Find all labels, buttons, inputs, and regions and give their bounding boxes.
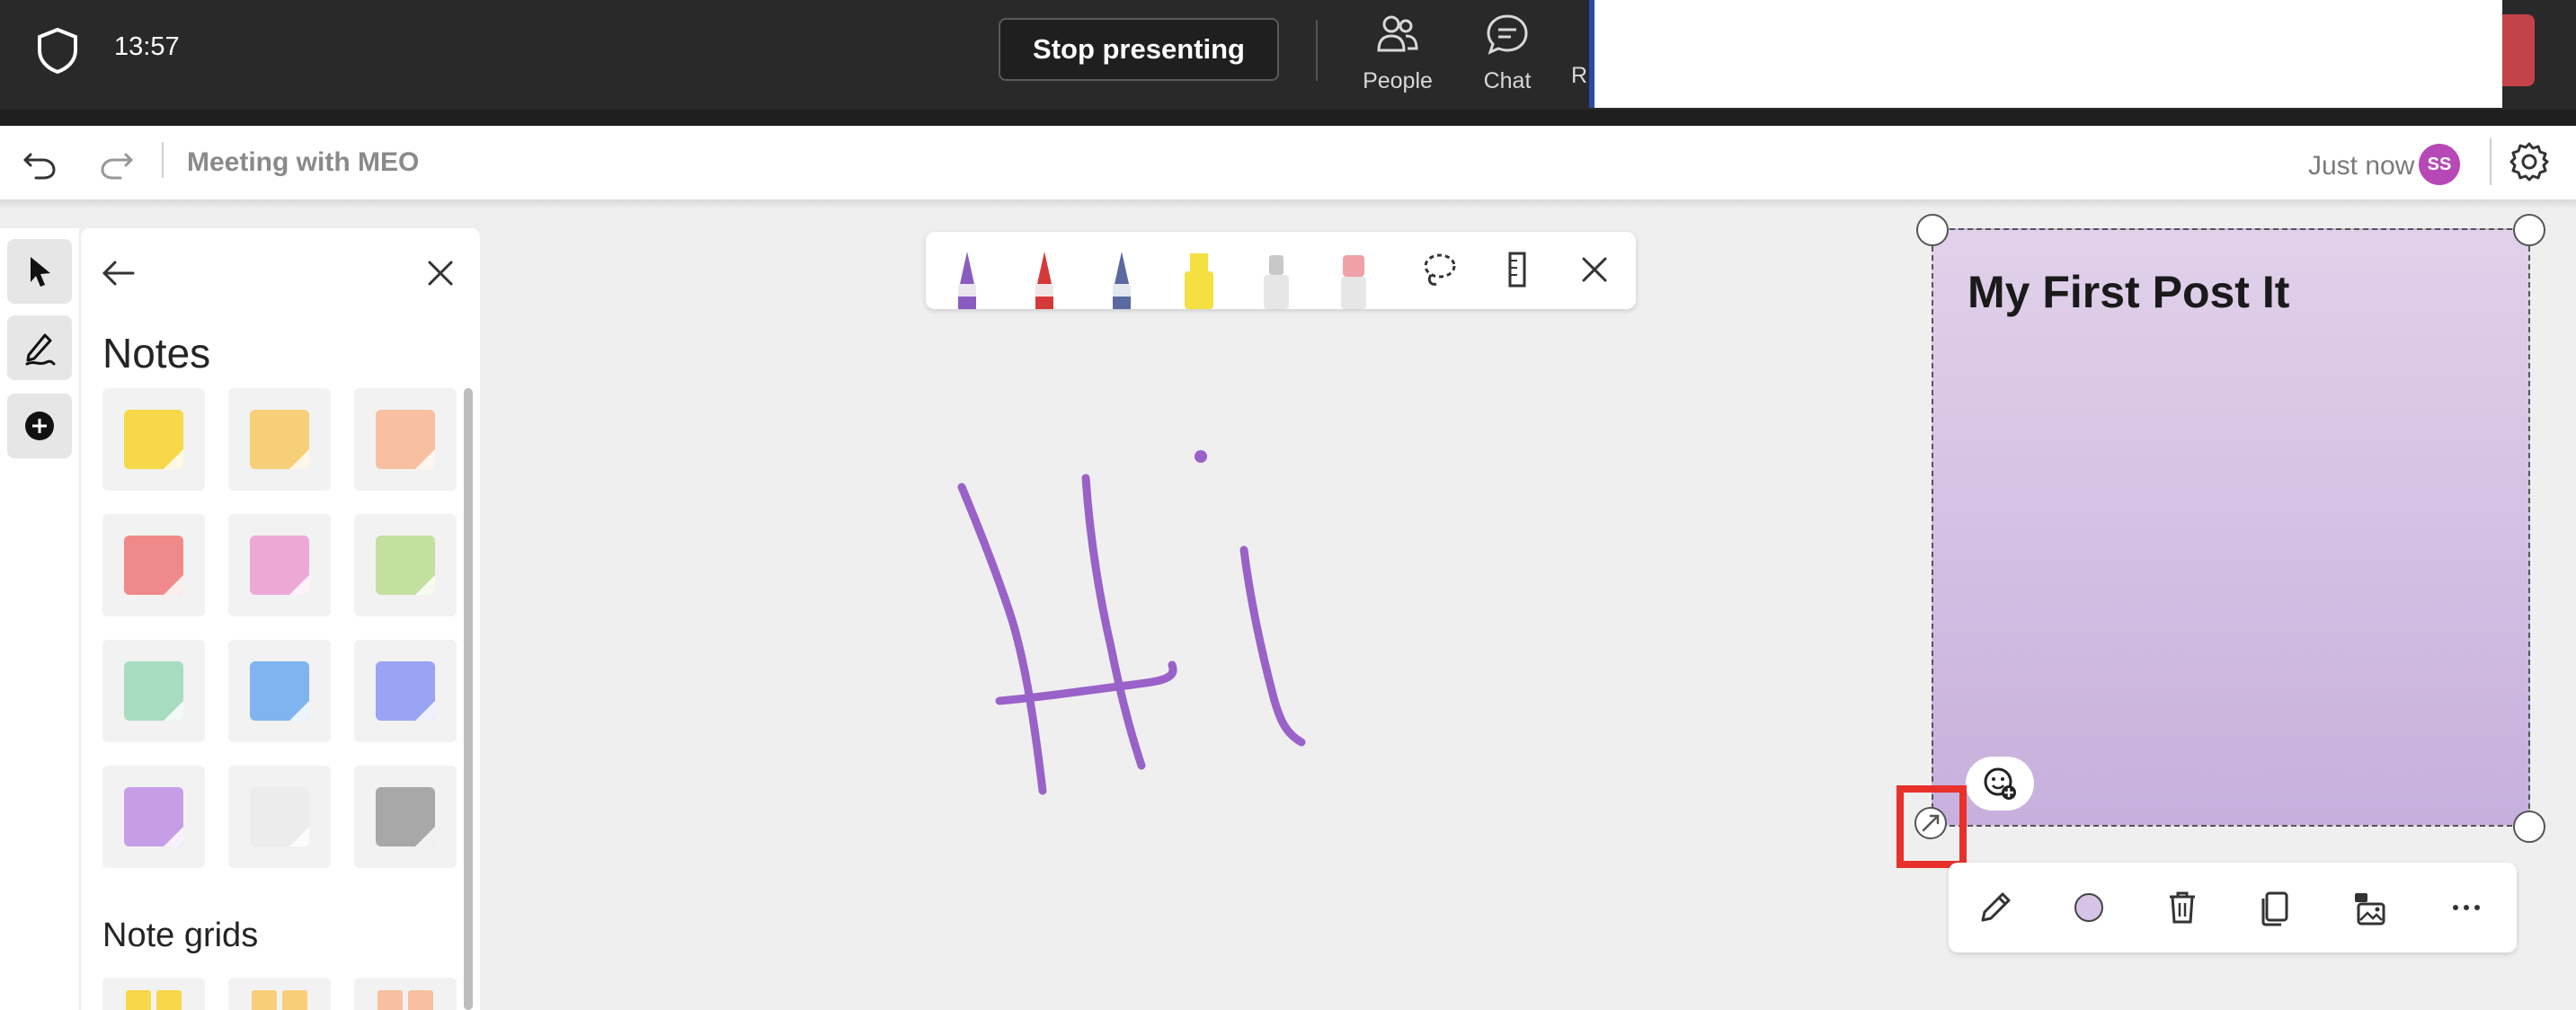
avatar[interactable]: SS xyxy=(2419,144,2460,185)
note-swatch xyxy=(250,787,309,846)
note-template[interactable] xyxy=(354,514,457,616)
divider xyxy=(2490,138,2492,185)
divider xyxy=(1316,20,1318,81)
note-grid-template[interactable] xyxy=(102,978,205,1010)
note-swatch xyxy=(124,787,183,846)
note-template[interactable] xyxy=(102,640,205,742)
lasso-icon[interactable] xyxy=(1420,250,1460,289)
add-reaction-button[interactable] xyxy=(1966,757,2034,811)
ink-stroke xyxy=(1239,545,1306,747)
notes-title: Notes xyxy=(102,330,211,377)
note-template[interactable] xyxy=(228,388,331,491)
glue-stick-icon[interactable] xyxy=(1255,248,1298,309)
note-swatch xyxy=(124,536,183,595)
toolbar-shadow xyxy=(0,199,2576,208)
copy-icon[interactable] xyxy=(2256,888,2296,927)
people-button[interactable]: People xyxy=(1348,11,1447,97)
note-template[interactable] xyxy=(354,388,457,491)
scrollbar[interactable] xyxy=(464,388,473,1010)
color-picker-icon[interactable] xyxy=(2069,888,2109,927)
note-template[interactable] xyxy=(102,514,205,616)
note-template[interactable] xyxy=(102,388,205,491)
whiteboard-toolbar: Meeting with MEO Just now SS xyxy=(0,110,2576,199)
ruler-icon[interactable] xyxy=(1497,250,1537,289)
delete-icon[interactable] xyxy=(2163,888,2202,927)
draw-tool-button[interactable] xyxy=(7,315,72,380)
image-text-icon[interactable] xyxy=(2349,888,2389,927)
purple-pen-icon[interactable] xyxy=(946,248,989,309)
notes-panel: Notes Note grids xyxy=(81,228,480,1010)
leave-button[interactable] xyxy=(2502,14,2535,86)
close-icon[interactable] xyxy=(419,252,462,295)
save-status: Just now xyxy=(2308,151,2415,181)
note-template[interactable] xyxy=(228,640,331,742)
arrow-left-icon[interactable] xyxy=(97,252,140,295)
rotate-handle-icon[interactable] xyxy=(1913,805,1949,841)
note-grid-template[interactable] xyxy=(354,978,457,1010)
shield-icon xyxy=(38,27,77,74)
eraser-icon[interactable] xyxy=(1332,248,1375,309)
gear-icon[interactable] xyxy=(2506,138,2553,185)
resize-handle-bottom-right[interactable] xyxy=(2513,811,2545,843)
resize-handle-top-right[interactable] xyxy=(2513,214,2545,246)
undo-icon[interactable] xyxy=(20,142,59,182)
pointer-icon xyxy=(31,257,50,287)
people-icon xyxy=(1377,15,1418,52)
more-options-icon[interactable] xyxy=(2447,888,2486,927)
ink-dot xyxy=(1195,450,1207,463)
ink-stroke xyxy=(1081,474,1146,770)
note-context-toolbar xyxy=(1949,863,2517,952)
select-tool-button[interactable] xyxy=(7,239,72,304)
note-template[interactable] xyxy=(228,766,331,868)
stop-presenting-button[interactable]: Stop presenting xyxy=(999,18,1279,81)
chat-label: Chat xyxy=(1483,68,1532,93)
note-swatch xyxy=(376,787,435,846)
add-button[interactable] xyxy=(7,394,72,458)
close-icon[interactable] xyxy=(1575,250,1614,289)
redo-icon[interactable] xyxy=(97,142,137,182)
note-template[interactable] xyxy=(102,766,205,868)
sticky-note[interactable]: My First Post It xyxy=(1932,228,2530,827)
resize-handle-top-left[interactable] xyxy=(1916,214,1949,246)
note-swatch xyxy=(250,661,309,721)
ink-drawing[interactable] xyxy=(935,431,1366,809)
left-tool-rail xyxy=(0,228,79,1010)
note-swatch xyxy=(376,410,435,469)
emoji-add-icon xyxy=(1984,767,2016,800)
people-label: People xyxy=(1363,68,1433,93)
note-swatch xyxy=(124,410,183,469)
red-pen-icon[interactable] xyxy=(1023,248,1066,309)
sticky-note-text[interactable]: My First Post It xyxy=(1968,266,2289,318)
note-template[interactable] xyxy=(228,514,331,616)
note-template[interactable] xyxy=(354,640,457,742)
edit-pencil-icon[interactable] xyxy=(1976,888,2015,927)
note-swatch xyxy=(376,536,435,595)
note-grids-title: Note grids xyxy=(102,917,259,954)
meeting-title: Meeting with MEO xyxy=(187,147,420,177)
note-template[interactable] xyxy=(354,766,457,868)
plus-circle-icon xyxy=(25,412,54,440)
galaxy-pen-icon[interactable] xyxy=(1100,248,1143,309)
highlighter-icon[interactable] xyxy=(1177,248,1221,309)
note-swatch xyxy=(250,536,309,595)
meeting-top-bar: 13:57 Stop presenting People Chat R xyxy=(0,0,2576,110)
raise-label-partial: R xyxy=(1571,63,1588,88)
note-swatch xyxy=(250,410,309,469)
chat-button[interactable]: Chat xyxy=(1458,11,1557,97)
pen-icon xyxy=(25,333,56,366)
note-swatch xyxy=(376,661,435,721)
chat-icon xyxy=(1487,14,1528,55)
pen-toolbar xyxy=(926,232,1636,309)
blank-overlay xyxy=(1594,0,2502,108)
divider xyxy=(162,142,164,178)
clock-time: 13:57 xyxy=(114,32,180,61)
note-swatch xyxy=(124,661,183,721)
note-grid-template[interactable] xyxy=(228,978,331,1010)
ink-stroke xyxy=(957,483,1047,795)
